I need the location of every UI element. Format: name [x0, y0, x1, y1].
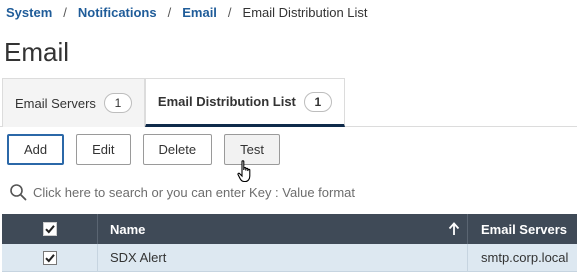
breadcrumb-separator: / [167, 4, 172, 20]
tab-email-distribution-list[interactable]: Email Distribution List 1 [144, 78, 345, 127]
breadcrumb-separator: / [63, 4, 67, 20]
column-header-label: Email Servers [481, 221, 568, 237]
row-checkbox[interactable] [42, 250, 57, 265]
column-header-name[interactable]: Name [98, 214, 468, 244]
column-header-label: Name [110, 221, 146, 237]
column-header-email-servers[interactable]: Email Servers [468, 214, 577, 244]
row-email-servers-cell: smtp.corp.local [481, 250, 569, 265]
breadcrumb: System / Notifications / Email / Email D… [6, 4, 368, 20]
breadcrumb-separator: / [227, 4, 232, 20]
search-icon [10, 184, 27, 201]
distribution-list-table: Name Email Servers SDX Alert smtp.corp.l… [2, 214, 577, 272]
edit-button[interactable]: Edit [76, 134, 131, 165]
breadcrumb-email-link[interactable]: Email [182, 5, 217, 20]
table-row[interactable]: SDX Alert smtp.corp.local [2, 244, 577, 272]
page-title: Email [4, 37, 70, 67]
hand-pointer-cursor-icon [237, 160, 251, 183]
breadcrumb-notifications-link[interactable]: Notifications [78, 5, 157, 20]
checkmark-icon [44, 225, 55, 234]
search-bar [0, 174, 577, 210]
tab-label: Email Servers [15, 95, 96, 111]
tab-email-servers[interactable]: Email Servers 1 [2, 78, 145, 127]
breadcrumb-system-link[interactable]: System [6, 5, 52, 20]
breadcrumb-current: Email Distribution List [242, 4, 368, 20]
sort-ascending-icon[interactable] [447, 221, 461, 237]
row-select-cell [2, 244, 98, 271]
tab-label: Email Distribution List [157, 94, 296, 109]
search-input[interactable] [33, 184, 533, 200]
tab-count-badge: 1 [103, 93, 132, 113]
table-header: Name Email Servers [2, 214, 577, 244]
select-all-checkbox[interactable] [42, 222, 57, 236]
row-name-cell: SDX Alert [98, 244, 468, 271]
tab-bar: Email Servers 1 Email Distribution List … [2, 78, 345, 127]
add-button[interactable]: Add [7, 134, 65, 165]
tab-count-badge: 1 [303, 91, 332, 112]
delete-button[interactable]: Delete [142, 134, 213, 165]
checkmark-icon [44, 253, 55, 262]
select-all-cell [2, 214, 98, 244]
